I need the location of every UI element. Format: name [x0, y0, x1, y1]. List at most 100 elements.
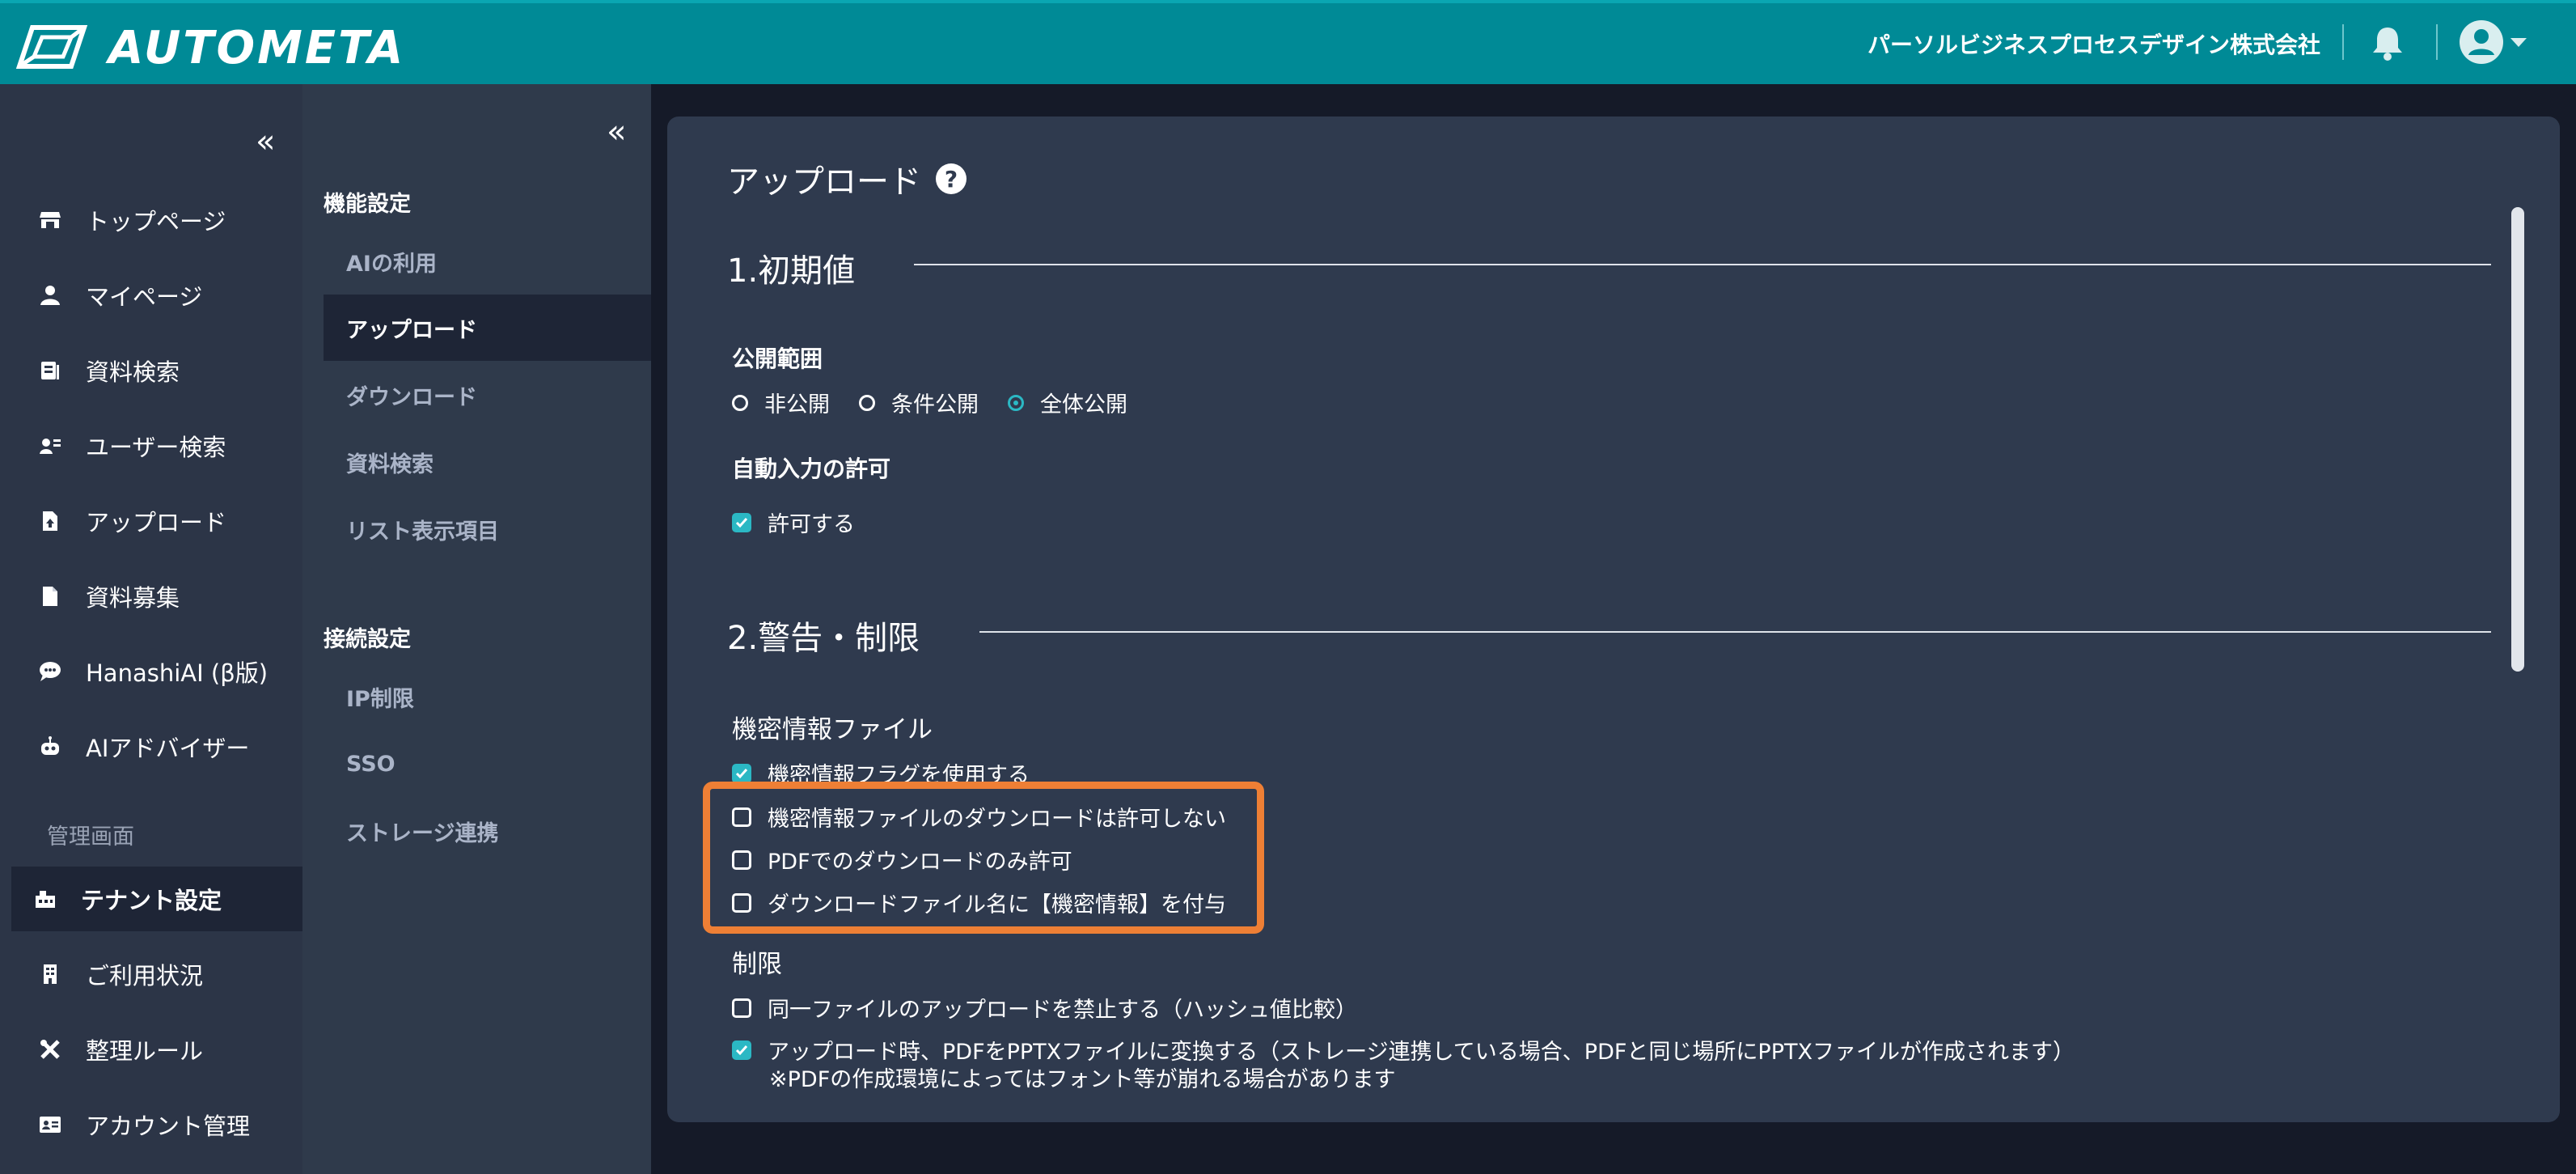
header-top-line — [0, 0, 2576, 3]
id-card-icon — [36, 1110, 65, 1139]
building-icon — [36, 960, 65, 989]
confidential-file-label: 機密情報ファイル — [732, 715, 933, 744]
sidebar-item-document-request[interactable]: 資料募集 — [0, 564, 302, 629]
settings-item-list-columns[interactable]: リスト表示項目 — [324, 496, 651, 562]
admin-section-label: 管理画面 — [47, 824, 134, 850]
settings-item-ip-restriction[interactable]: IP制限 — [324, 663, 651, 730]
highlight-box — [703, 782, 1264, 934]
settings-sidebar: « 機能設定 AIの利用 アップロード ダウンロード 資料検索 リスト表示項目 … — [302, 84, 651, 1174]
sidebar-item-label: アップロード — [86, 509, 227, 536]
page-title: アップロード ? — [727, 155, 967, 202]
sidebar-item-label: マイページ — [86, 283, 203, 311]
settings-item-label: リスト表示項目 — [346, 519, 499, 545]
visibility-radio-group: 非公開 条件公開 全体公開 — [732, 387, 1157, 418]
settings-item-storage-integration[interactable]: ストレージ連携 — [324, 798, 651, 864]
settings-group-features: 機能設定 — [324, 192, 411, 217]
user-search-icon — [36, 431, 65, 460]
document-search-icon — [36, 356, 65, 385]
settings-item-label: IP制限 — [346, 686, 414, 712]
header-separator — [2342, 24, 2344, 60]
sidebar-item-document-search[interactable]: 資料検索 — [0, 338, 302, 403]
sidebar-item-my-page[interactable]: マイページ — [0, 263, 302, 328]
help-icon[interactable]: ? — [936, 163, 967, 194]
sidebar-item-user-search[interactable]: ユーザー検索 — [0, 413, 302, 478]
auto-input-option[interactable]: 許可する — [732, 506, 855, 538]
app-name: AUTOMETA — [108, 22, 406, 74]
checkbox-label: 同一ファイルのアップロードを禁止する（ハッシュ値比較） — [768, 998, 1357, 1023]
limit-label: 制限 — [732, 950, 782, 979]
chevron-down-icon — [2509, 36, 2528, 52]
settings-item-sso[interactable]: SSO — [324, 731, 651, 797]
sidebar-item-label: ご利用状況 — [86, 962, 204, 990]
section-initial-values-title: 1.初期値 — [727, 252, 856, 290]
sidebar-item-top-page[interactable]: トップページ — [0, 188, 302, 252]
settings-item-label: ダウンロード — [346, 384, 477, 410]
radio-label: 非公開 — [764, 392, 830, 417]
avatar-icon — [2459, 19, 2504, 68]
limit-hash-option[interactable]: 同一ファイルのアップロードを禁止する（ハッシュ値比較） — [732, 992, 1357, 1024]
checkbox[interactable] — [732, 998, 751, 1018]
sidebar-item-label: アカウント管理 — [86, 1113, 251, 1140]
visibility-option-conditional[interactable]: 条件公開 — [859, 387, 979, 418]
collapse-sidebar-button[interactable]: « — [256, 123, 275, 160]
settings-group-connection: 接続設定 — [324, 627, 411, 652]
bell-icon[interactable] — [2370, 24, 2405, 65]
visibility-option-public[interactable]: 全体公開 — [1008, 387, 1127, 418]
settings-item-document-search[interactable]: 資料検索 — [324, 429, 651, 495]
settings-panel: アップロード ? 1.初期値 公開範囲 非公開 条件公開 全体公開 自動入力の許… — [667, 117, 2560, 1122]
sidebar-item-tenant-settings[interactable]: テナント設定 — [11, 867, 302, 931]
sidebar-item-label: ユーザー検索 — [86, 434, 226, 461]
main-sidebar: « トップページ マイページ 資料検索 ユーザー検索 アップロード 資料募集 H… — [0, 84, 302, 1174]
sidebar-item-label: テナント設定 — [81, 887, 222, 914]
logo-icon — [15, 23, 89, 74]
checkbox-checked[interactable] — [732, 763, 751, 783]
visibility-option-private[interactable]: 非公開 — [732, 387, 830, 418]
file-icon — [36, 582, 65, 611]
app-logo[interactable]: AUTOMETA — [15, 23, 405, 74]
radio-button[interactable] — [859, 394, 875, 411]
section-divider — [914, 264, 2491, 265]
store-icon — [36, 206, 65, 235]
auto-input-label: 自動入力の許可 — [732, 456, 891, 482]
sidebar-item-upload[interactable]: アップロード — [0, 489, 302, 553]
sidebar-item-label: 資料検索 — [86, 358, 180, 386]
sidebar-item-account-management[interactable]: アカウント管理 — [0, 1092, 302, 1157]
user-menu[interactable] — [2459, 19, 2528, 68]
settings-item-label: 資料検索 — [346, 451, 434, 477]
app-header: AUTOMETA パーソルビジネスプロセスデザイン株式会社 — [0, 0, 2576, 84]
sidebar-item-hanashiai[interactable]: HanashiAI (β版) — [0, 639, 302, 704]
section-warnings-title: 2.警告・制限 — [727, 620, 920, 657]
settings-item-label: アップロード — [346, 317, 477, 343]
radio-button-selected[interactable] — [1008, 394, 1024, 411]
settings-item-ai[interactable]: AIの利用 — [324, 228, 651, 295]
tools-icon — [36, 1035, 65, 1064]
radio-label: 全体公開 — [1040, 392, 1127, 417]
sidebar-item-usage[interactable]: ご利用状況 — [0, 942, 302, 1007]
settings-item-download[interactable]: ダウンロード — [324, 362, 651, 428]
checkbox-checked[interactable] — [732, 1040, 751, 1060]
sidebar-item-label: 資料募集 — [86, 584, 180, 612]
sidebar-item-label: トップページ — [86, 208, 226, 235]
page-title-text: アップロード — [727, 163, 921, 201]
tenant-icon — [31, 884, 60, 913]
sidebar-item-organize-rules[interactable]: 整理ルール — [0, 1017, 302, 1082]
upload-file-icon — [36, 506, 65, 536]
radio-label: 条件公開 — [891, 392, 979, 417]
settings-item-label: SSO — [346, 751, 395, 777]
pdf-note: ※PDFの作成環境によってはフォント等が崩れる場合があります — [769, 1067, 1396, 1092]
section-divider — [979, 631, 2491, 633]
sidebar-item-label: AIアドバイザー — [86, 735, 250, 762]
settings-item-upload[interactable]: アップロード — [324, 295, 651, 361]
collapse-settings-sidebar-button[interactable]: « — [607, 113, 626, 150]
visibility-label: 公開範囲 — [732, 345, 823, 372]
company-name: パーソルビジネスプロセスデザイン株式会社 — [1867, 32, 2320, 58]
checkbox-label: 許可する — [768, 512, 855, 537]
checkbox-checked[interactable] — [732, 512, 751, 532]
radio-button[interactable] — [732, 394, 748, 411]
settings-item-label: ストレージ連携 — [346, 820, 499, 846]
person-icon — [36, 281, 65, 310]
header-separator — [2436, 24, 2438, 60]
scrollbar[interactable] — [2511, 207, 2524, 672]
robot-icon — [36, 732, 65, 761]
sidebar-item-ai-advisor[interactable]: AIアドバイザー — [0, 714, 302, 779]
